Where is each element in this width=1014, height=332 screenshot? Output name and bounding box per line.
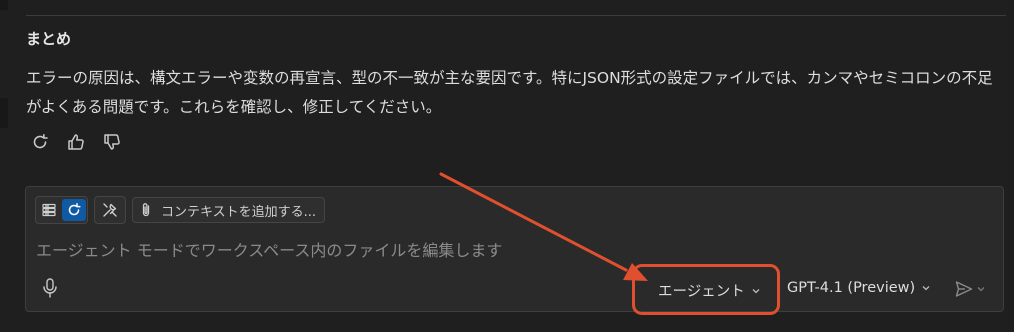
annotation-highlight: [632, 264, 780, 315]
send-button[interactable]: [954, 279, 986, 299]
microphone-icon[interactable]: [40, 277, 60, 299]
retry-icon[interactable]: [28, 130, 52, 154]
add-context-button[interactable]: コンテキストを追加する...: [132, 197, 326, 223]
model-label: GPT-4.1 (Preview): [787, 280, 916, 296]
response-actions: [28, 130, 124, 154]
thumbs-down-icon[interactable]: [100, 130, 124, 154]
divider: [26, 15, 1006, 16]
server-icon[interactable]: [37, 199, 61, 221]
agent-loop-icon[interactable]: [62, 199, 86, 221]
gutter-strip: [0, 0, 8, 10]
summary-text: エラーの原因は、構文エラーや変数の再宣言、型の不一致が主な要因です。特にJSON…: [26, 69, 993, 116]
chevron-down-icon: [922, 286, 930, 291]
chat-input-field[interactable]: エージェント モードでワークスペース内のファイルを編集します: [36, 237, 502, 261]
model-dropdown[interactable]: GPT-4.1 (Preview): [787, 280, 931, 296]
chevron-down-icon[interactable]: [976, 284, 986, 294]
mode-toggle-group: [35, 196, 88, 224]
gutter-strip: [0, 98, 8, 128]
add-context-label: コンテキストを追加する...: [161, 204, 317, 220]
summary-heading: まとめ: [26, 30, 72, 48]
chat-panel: まとめ エラーの原因は、構文エラーや変数の再宣言、型の不一致が主な要因です。特に…: [0, 0, 1014, 332]
paperclip-icon: [142, 203, 150, 217]
tools-icon[interactable]: [94, 196, 126, 224]
input-toolbar: コンテキストを追加する...: [35, 196, 326, 224]
chat-input-box[interactable]: コンテキストを追加する... エージェント モードでワークスペース内のファイルを…: [25, 186, 1004, 312]
send-icon: [955, 281, 973, 297]
thumbs-up-icon[interactable]: [64, 130, 88, 154]
